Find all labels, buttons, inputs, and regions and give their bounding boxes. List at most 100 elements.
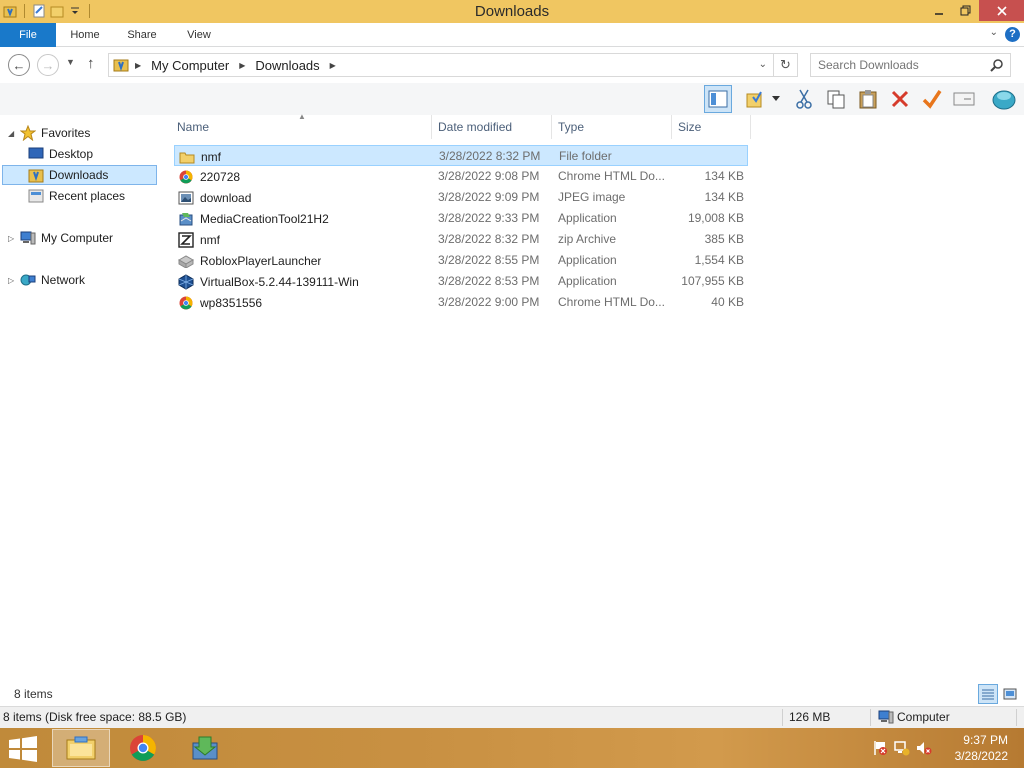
tree-my-computer[interactable]: ▷ My Computer [8,228,156,248]
file-date: 3/28/2022 9:08 PM [438,169,540,183]
breadcrumb-downloads[interactable]: Downloads [255,58,319,73]
recent-locations-icon[interactable]: ▼ [66,57,75,67]
up-button[interactable]: ↑ [87,55,95,72]
file-list: Name Date modified Type Size nmf 3/28/20… [172,115,1024,680]
file-name: RobloxPlayerLauncher [200,254,322,268]
volume-muted-icon[interactable] [916,740,932,759]
tree-recent-places[interactable]: Recent places [28,186,156,206]
delete-icon[interactable] [886,85,914,113]
file-size: 107,955 KB [681,274,744,288]
file-name: VirtualBox-5.2.44-139111-Win [200,275,359,289]
tab-share[interactable]: Share [118,23,166,47]
large-icons-view-icon[interactable] [1000,684,1020,704]
file-date: 3/28/2022 8:32 PM [439,149,541,163]
tab-file[interactable]: File [0,23,56,47]
file-name: MediaCreationTool21H2 [200,212,329,226]
details-bar: 8 items (Disk free space: 88.5 GB) 126 M… [0,706,1024,728]
tab-home[interactable]: Home [60,23,110,47]
file-row[interactable]: MediaCreationTool21H2 3/28/2022 9:33 PM … [174,208,748,229]
computer-icon [20,230,36,246]
file-size: 134 KB [704,190,744,204]
clock-time: 9:37 PM [963,733,1008,747]
expand-arrow-icon[interactable]: ▷ [8,234,18,243]
tree-recent-places-label: Recent places [49,189,126,203]
minimize-button[interactable] [925,0,952,21]
file-type: Application [558,274,617,288]
forward-button[interactable]: → [37,54,59,76]
system-tray [872,740,932,759]
search-icon[interactable] [990,58,1004,75]
breadcrumb-separator-icon[interactable]: ▶ [135,61,141,70]
file-date: 3/28/2022 8:55 PM [438,253,540,267]
address-dropdown-icon[interactable]: ⌄ [759,59,767,70]
command-toolbar [0,83,1024,115]
column-header-size[interactable]: Size [673,115,751,139]
breadcrumb-my-computer[interactable]: My Computer [151,58,229,73]
view-switcher [978,684,1020,704]
address-bar[interactable]: ▶ My Computer ▶ Downloads ▶ ⌄ ↻ [108,53,798,77]
file-date: 3/28/2022 9:09 PM [438,190,540,204]
rename-check-icon[interactable] [918,85,946,113]
file-type: Application [558,253,617,267]
disk-space-info: 8 items (Disk free space: 88.5 GB) [3,710,187,724]
tab-view[interactable]: View [176,23,222,47]
windows-start-icon[interactable] [8,736,38,762]
cut-icon[interactable] [790,85,818,113]
file-size: 1,554 KB [694,253,744,267]
file-row[interactable]: VirtualBox-5.2.44-139111-Win 3/28/2022 8… [174,271,748,292]
preview-pane-button[interactable] [704,85,732,113]
collapse-arrow-icon[interactable]: ◢ [8,129,18,138]
properties-folder-icon[interactable] [742,85,770,113]
properties-dropdown-icon[interactable] [768,85,784,113]
taskbar-clock[interactable]: 9:37 PM 3/28/2022 [955,732,1008,764]
file-row[interactable]: wp8351556 3/28/2022 9:00 PM Chrome HTML … [174,292,748,313]
chrome-icon [178,169,194,185]
network-globe-icon[interactable] [990,85,1018,113]
taskbar-download-app-icon[interactable] [176,729,234,767]
navigation-bar: ← → ▼ ↑ ▶ My Computer ▶ Downloads ▶ ⌄ ↻ [0,47,1024,83]
tree-desktop[interactable]: Desktop [28,144,156,164]
back-button[interactable]: ← [8,54,30,76]
file-row[interactable]: nmf 3/28/2022 8:32 PM zip Archive 385 KB [174,229,748,250]
tree-network[interactable]: ▷ Network [8,270,156,290]
expand-arrow-icon[interactable]: ▷ [8,276,18,285]
expand-ribbon-icon[interactable]: ⌄ [990,27,998,38]
info-divider [782,709,783,726]
action-center-flag-icon[interactable] [872,740,888,759]
column-header-type[interactable]: Type [553,115,672,139]
new-item-icon[interactable] [950,85,978,113]
search-input[interactable] [811,54,986,76]
zone-computer-icon [878,710,894,726]
tree-favorites-label: Favorites [41,126,91,140]
tree-downloads[interactable]: Downloads [2,165,157,185]
downloads-folder-icon [28,167,44,183]
taskbar-chrome-icon[interactable] [114,729,172,767]
tree-favorites[interactable]: ◢ Favorites [8,123,156,143]
breadcrumb-separator-icon[interactable]: ▶ [330,61,336,70]
restore-button[interactable] [952,0,979,21]
file-row[interactable]: 220728 3/28/2022 9:08 PM Chrome HTML Do.… [174,166,748,187]
tree-my-computer-label: My Computer [41,231,114,245]
network-status-icon[interactable] [894,740,910,759]
taskbar-explorer-icon[interactable] [52,729,110,767]
recent-places-icon [28,188,44,204]
file-row[interactable]: RobloxPlayerLauncher 3/28/2022 8:55 PM A… [174,250,748,271]
taskbar: 9:37 PM 3/28/2022 [0,728,1024,768]
details-view-icon[interactable] [978,684,998,704]
breadcrumb-separator-icon[interactable]: ▶ [239,61,245,70]
refresh-button[interactable]: ↻ [773,54,797,76]
close-button[interactable] [979,0,1024,21]
zone-label: Computer [897,710,950,724]
file-row[interactable]: nmf 3/28/2022 8:32 PM File folder [174,145,748,166]
file-size: 134 KB [704,169,744,183]
file-date: 3/28/2022 8:32 PM [438,232,540,246]
file-row[interactable]: download 3/28/2022 9:09 PM JPEG image 13… [174,187,748,208]
copy-icon[interactable] [822,85,850,113]
file-date: 3/28/2022 9:00 PM [438,295,540,309]
file-type: JPEG image [558,190,626,204]
paste-icon[interactable] [854,85,882,113]
help-button[interactable]: ? [1005,27,1020,42]
search-box[interactable] [810,53,1011,77]
column-header-date[interactable]: Date modified [433,115,552,139]
window-controls [925,0,1024,21]
